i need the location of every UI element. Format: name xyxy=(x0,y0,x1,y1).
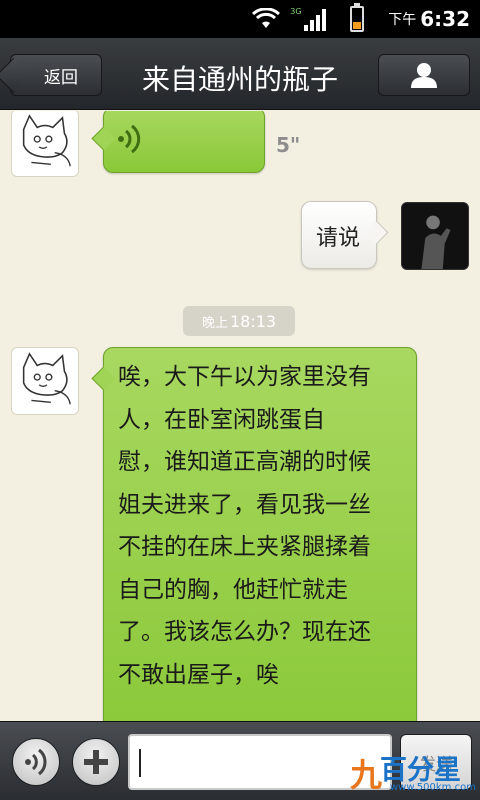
outgoing-message-text: 请说 xyxy=(316,226,361,251)
signal-icon: 3G xyxy=(290,7,327,31)
cat-avatar-icon xyxy=(22,352,71,405)
plus-icon xyxy=(84,750,108,774)
long-message-text: 唉，大下午以为家里没有 人，在卧室闲跳蛋自 慰，谁知道正高潮的时候 姐夫进来了，… xyxy=(118,356,400,696)
cat-avatar-icon xyxy=(22,114,71,167)
back-button-label: 返回 xyxy=(44,67,78,88)
watermark-logo: 九 百分星 www.500km.com xyxy=(350,748,480,800)
message-line: 不挂的在床上夹紧腿揉着 xyxy=(118,534,371,560)
wifi-icon xyxy=(252,8,281,28)
chat-area[interactable]: 5" 请说 晚上 18:13 唉，大下午以为家里没有 人，在卧室闲跳蛋自 慰，谁… xyxy=(0,111,480,721)
voice-mode-button[interactable] xyxy=(12,738,60,786)
voice-message-bubble[interactable] xyxy=(103,111,265,173)
avatar[interactable] xyxy=(11,111,79,177)
message-line: 了。我该怎么办？现在还 xyxy=(118,619,371,645)
battery-icon xyxy=(350,3,365,32)
message-line: 不敢出屋子，唉 xyxy=(118,661,279,688)
message-line: 人，在卧室闲跳蛋自 xyxy=(118,406,325,433)
watermark-url: www.500km.com xyxy=(390,782,476,793)
voice-icon xyxy=(25,748,47,776)
voice-duration: 5" xyxy=(276,133,301,157)
add-button[interactable] xyxy=(72,738,120,786)
message-line: 慰，谁知道正高潮的时候 xyxy=(118,449,371,475)
person-photo-icon xyxy=(402,203,468,269)
time-prefix: 下午 xyxy=(388,12,417,28)
page-title: 来自通州的瓶子 xyxy=(141,63,338,96)
my-avatar[interactable] xyxy=(401,202,469,270)
message-line: 姐夫进来了，看见我一丝 xyxy=(118,491,371,518)
title-bar: 返回 来自通州的瓶子 xyxy=(0,38,480,110)
message-line: 唉，大下午以为家里没有 xyxy=(118,364,371,390)
text-caret xyxy=(139,749,141,777)
user-icon xyxy=(411,63,437,88)
network-type-label: 3G xyxy=(290,7,302,16)
long-message-bubble[interactable]: 唉，大下午以为家里没有 人，在卧室闲跳蛋自 慰，谁知道正高潮的时候 姐夫进来了，… xyxy=(103,347,417,721)
watermark-mark: 九 xyxy=(350,756,383,794)
outgoing-message-bubble[interactable]: 请说 xyxy=(301,201,377,269)
profile-button[interactable] xyxy=(378,54,470,96)
avatar[interactable] xyxy=(11,347,79,415)
clock: 6:32 xyxy=(420,7,470,31)
back-button[interactable]: 返回 xyxy=(10,54,102,96)
timestamp-time: 18:13 xyxy=(229,311,277,331)
timestamp: 晚上 18:13 xyxy=(183,306,295,336)
voice-wave-icon xyxy=(118,124,141,154)
message-line: 自己的胸，他赶忙就走 xyxy=(118,576,348,603)
timestamp-prefix: 晚上 xyxy=(201,315,228,331)
status-bar: 3G 下午 6:32 xyxy=(0,0,480,38)
